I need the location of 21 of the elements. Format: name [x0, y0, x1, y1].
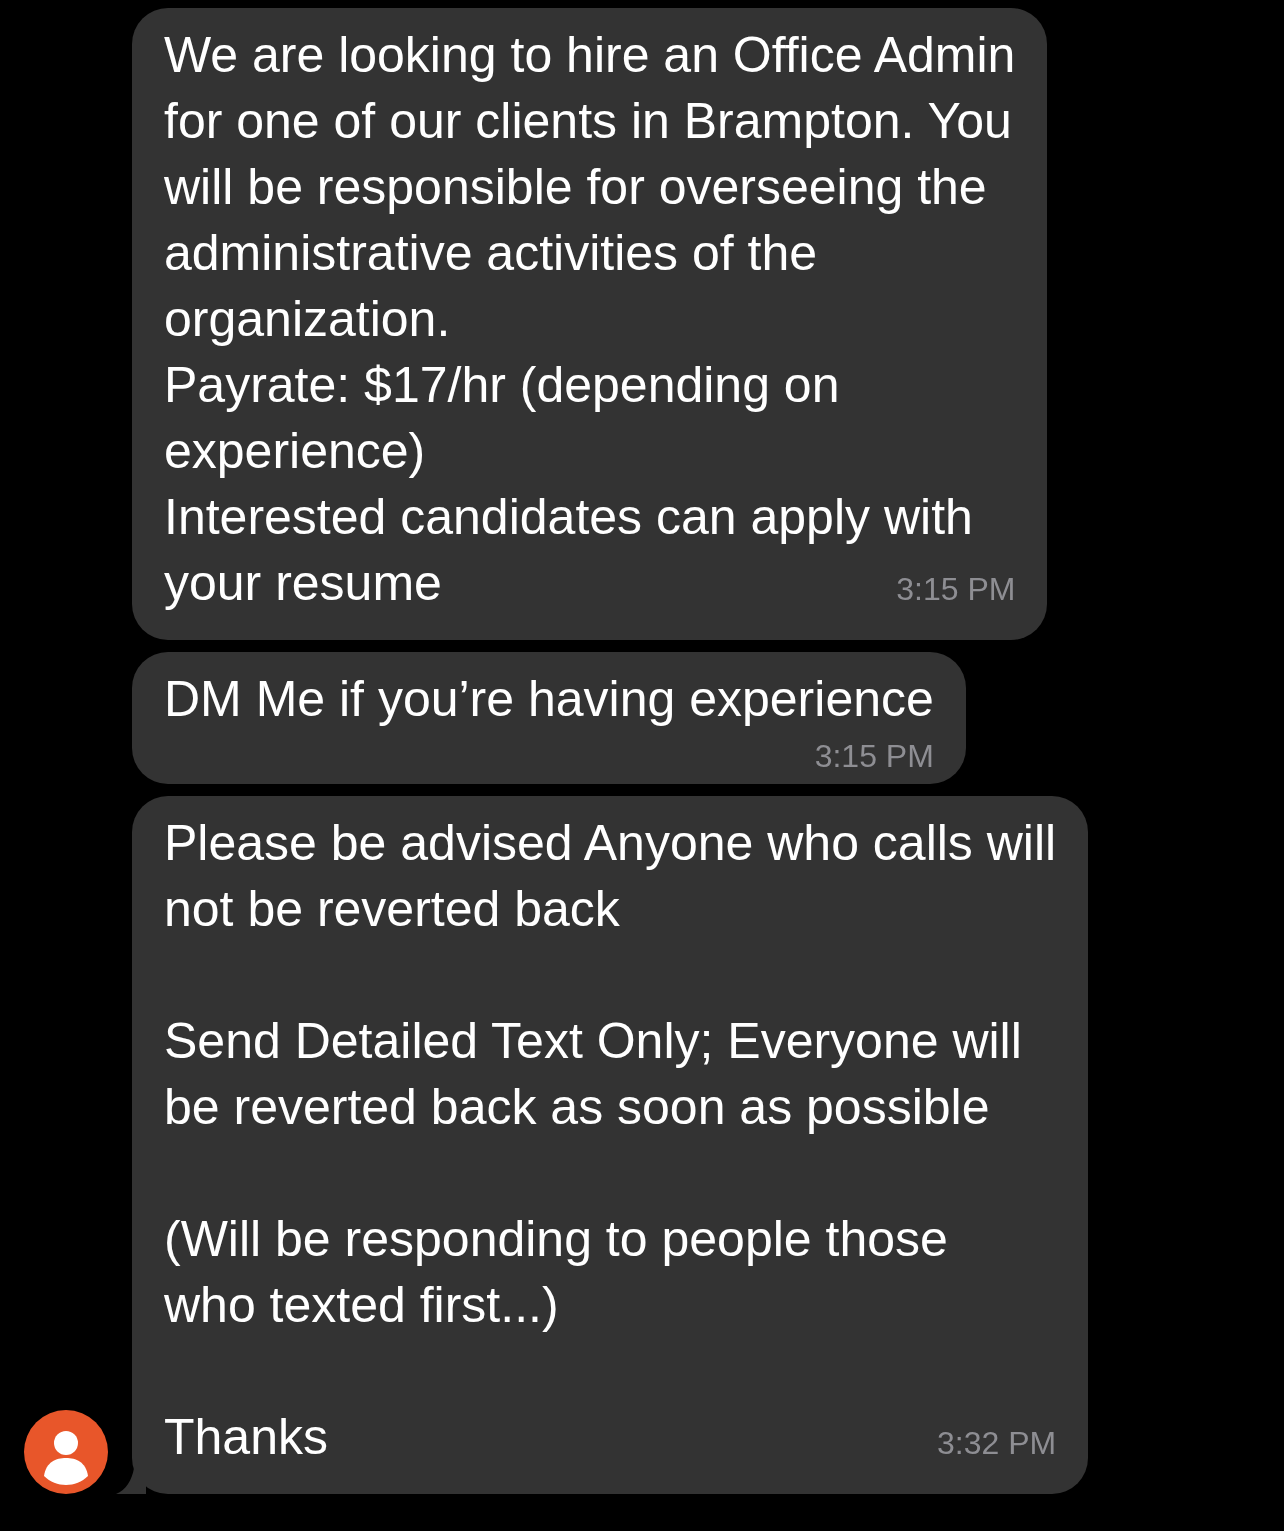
timestamp: 3:15 PM: [896, 570, 1016, 609]
message-text: Send Detailed Text Only; Everyone will: [164, 1012, 1022, 1071]
message-text: who texted first...): [164, 1276, 559, 1335]
message-text: for one of our clients in Brampton. You: [164, 92, 1012, 151]
avatar-icon: [24, 1410, 108, 1494]
message-text: Thanks: [164, 1408, 328, 1467]
message-text: not be reverted back: [164, 880, 620, 939]
message-text: Please be advised Anyone who calls will: [164, 814, 1057, 873]
message-text: DM Me if you’re having experience: [164, 670, 934, 729]
timestamp: 3:32 PM: [937, 1424, 1057, 1463]
message-text: Payrate: $17/hr (depending on: [164, 356, 840, 415]
message-text: experience): [164, 422, 426, 481]
timestamp: 3:15 PM: [814, 737, 934, 776]
message-text: Interested candidates can apply with: [164, 488, 973, 547]
message-text: administrative activities of the: [164, 224, 818, 283]
message-text: be reverted back as soon as possible: [164, 1078, 990, 1137]
message-text: We are looking to hire an Office Admin: [164, 26, 1016, 85]
message-text: organization.: [164, 290, 451, 349]
message-text: (Will be responding to people those: [164, 1210, 948, 1269]
message-text: your resume: [164, 554, 442, 613]
message-text: will be responsible for overseeing the: [164, 158, 987, 217]
